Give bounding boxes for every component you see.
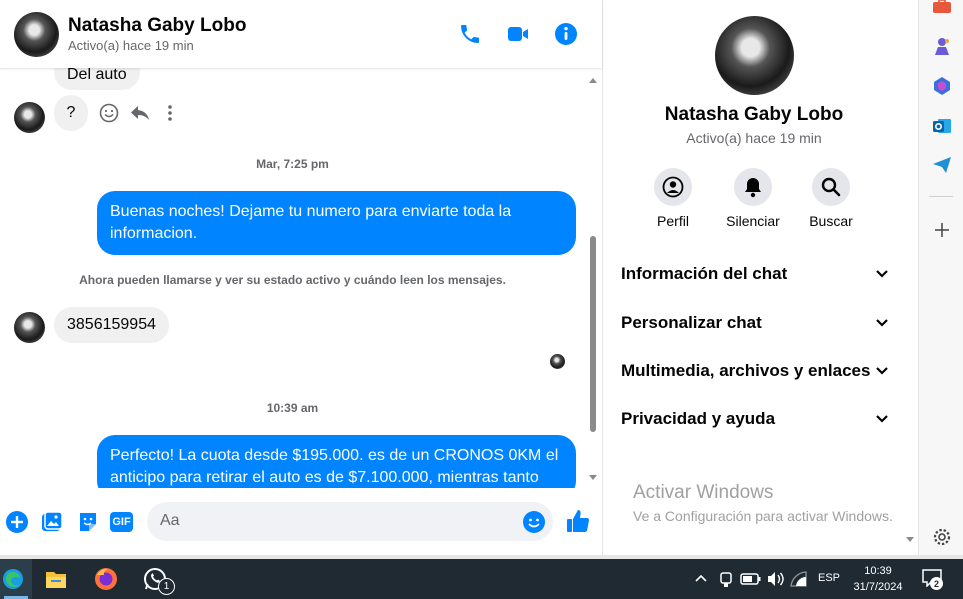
panel-scroll-down-icon[interactable] [905,536,915,544]
bell-icon[interactable] [734,168,772,206]
chevron-down-icon [876,367,888,375]
clock-date: 31/7/2024 [853,581,903,593]
contact-name[interactable]: Natasha Gaby Lobo [68,15,246,37]
message-bubble-outgoing[interactable]: Perfecto! La cuota desde $195.000. es de… [97,435,576,488]
browser-sidebar [918,0,963,555]
wifi-icon[interactable] [790,571,808,587]
profile-label: Perfil [657,213,689,229]
battery-icon[interactable] [740,571,762,587]
panel-avatar[interactable] [715,16,794,95]
edge-browser-icon [3,569,23,589]
react-icon[interactable] [99,103,119,123]
message-text: Buenas noches! Dejame tu numero para env… [110,203,512,242]
send-icon[interactable] [932,156,952,174]
panel-contact-status: Activo(a) hace 19 min [686,130,822,146]
scroll-up-icon[interactable] [588,76,598,84]
phone-icon[interactable] [458,22,482,46]
language-indicator[interactable]: ESP [818,572,840,584]
more-options-icon[interactable] [161,103,179,123]
notification-count: 2 [930,577,943,590]
toolbox-icon[interactable] [932,0,952,14]
contact-avatar-small[interactable] [14,312,45,343]
like-icon[interactable] [565,508,591,534]
mute-label: Silenciar [726,213,780,229]
gear-icon[interactable] [933,528,951,546]
activate-windows-subtitle: Ve a Configuración para activar Windows. [633,508,893,524]
clock-time: 10:39 [864,565,892,577]
contact-status: Activo(a) hace 19 min [68,38,194,53]
profile-action[interactable]: Perfil [643,168,703,229]
games-icon[interactable] [932,36,952,56]
chevron-down-icon [876,415,888,423]
panel-contact-name: Natasha Gaby Lobo [664,104,844,125]
mute-action[interactable]: Silenciar [717,168,789,229]
read-receipt-avatar [550,354,565,369]
scroll-down-icon[interactable] [588,474,598,482]
section-media-files[interactable]: Multimedia, archivos y enlaces [621,357,889,385]
chat-info-panel: Natasha Gaby Lobo Activo(a) hace 19 min … [602,0,919,555]
section-customize-chat[interactable]: Personalizar chat [621,309,889,337]
section-label: Personalizar chat [621,313,762,332]
message-text: Perfecto! La cuota desde $195.000. es de… [110,447,559,486]
chevron-down-icon [876,270,888,278]
add-sidebar-app-icon[interactable] [934,222,950,238]
video-call-icon[interactable] [506,22,530,46]
system-notice: Ahora pueden llamarse y ver su estado ac… [79,273,506,287]
search-action[interactable]: Buscar [801,168,861,229]
whatsapp-badge: 1 [158,578,175,595]
search-label: Buscar [809,213,853,229]
photo-icon[interactable] [40,510,64,534]
gif-button[interactable]: GIF [110,512,133,532]
contact-avatar[interactable] [14,12,59,57]
info-icon[interactable] [554,22,578,46]
timestamp: Mar, 7:25 pm [256,157,329,171]
emoji-icon[interactable] [522,510,546,534]
message-input[interactable]: Aa [147,502,553,541]
reply-icon[interactable] [129,103,151,123]
message-text: Del auto [67,68,127,83]
sidebar-divider [929,196,953,197]
message-bubble-incoming[interactable]: 3856159954 [54,307,169,343]
section-chat-info[interactable]: Información del chat [621,260,889,288]
meet-now-icon[interactable] [718,570,734,588]
windows-taskbar: 1 ESP 10:39 31/7/2024 2 [0,559,963,599]
chevron-down-icon [876,319,888,327]
message-text: 3856159954 [67,316,156,333]
message-input-placeholder: Aa [160,512,180,529]
file-explorer-icon[interactable] [45,569,67,589]
notification-center-button[interactable]: 2 [922,569,944,590]
chat-scrollbar[interactable] [586,70,600,488]
firefox-icon[interactable] [94,567,118,591]
search-icon[interactable] [812,168,850,206]
clock[interactable]: 10:39 31/7/2024 [846,563,910,595]
timestamp: 10:39 am [266,401,319,415]
message-bubble-incoming[interactable]: ? [54,95,88,131]
message-text: ? [66,104,76,121]
message-list[interactable]: Del auto ? Mar, 7:25 pm Buenas noches! D… [0,68,585,488]
chevron-up-icon[interactable] [694,573,708,583]
chat-header: Natasha Gaby Lobo Activo(a) hace 19 min [0,0,602,68]
outlook-icon[interactable] [932,116,952,136]
composer-bar: GIF Aa [0,488,602,555]
section-privacy-help[interactable]: Privacidad y ayuda [621,405,889,433]
message-bubble-incoming[interactable]: Del auto [54,68,140,90]
section-label: Privacidad y ayuda [621,409,776,428]
sticker-icon[interactable] [76,510,100,534]
section-label: Multimedia, archivos y enlaces [621,361,871,380]
copilot-icon[interactable] [932,76,952,96]
section-label: Información del chat [621,264,788,283]
edge-taskbar-button[interactable] [0,559,32,599]
activate-windows-title: Activar Windows [633,482,774,503]
profile-icon[interactable] [654,168,692,206]
message-bubble-outgoing[interactable]: Buenas noches! Dejame tu numero para env… [97,191,576,255]
scroll-thumb[interactable] [590,236,596,432]
contact-avatar-small[interactable] [14,102,45,133]
whatsapp-taskbar-button[interactable]: 1 [136,559,178,599]
add-icon[interactable] [5,510,29,534]
volume-icon[interactable] [766,570,784,588]
